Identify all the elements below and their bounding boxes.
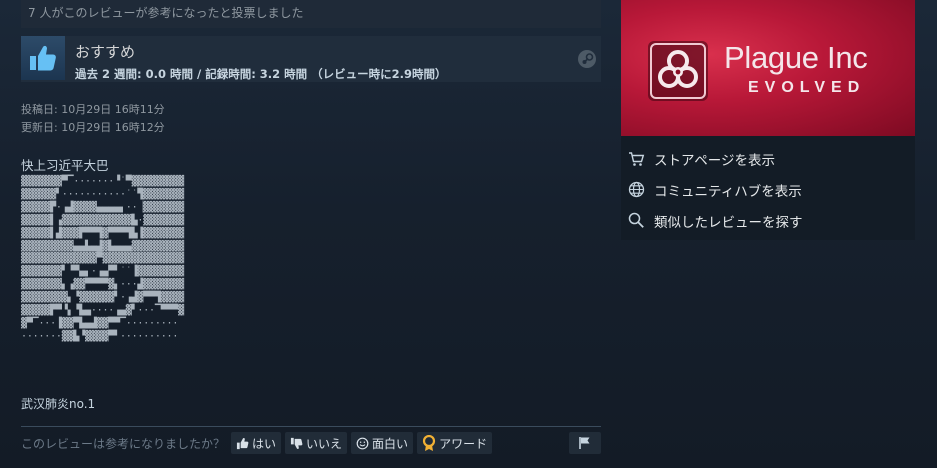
award-button[interactable]: アワード xyxy=(417,432,493,454)
game-links: ストアページを表示 コミュニティハブを表示 類似したレビューを探す xyxy=(621,143,915,236)
ascii-art-line: ▓▓▓▓▓▓▓▖▗▓▓▀▀▀▀▓▖···▟▓▓▓▓▓▓▓ xyxy=(21,279,184,291)
thumbs-up-small-icon xyxy=(236,437,249,449)
biohazard-logo-icon xyxy=(648,41,708,105)
thumbs-down-small-icon xyxy=(290,437,303,449)
updated-date: 更新日: 10月29日 16時12分 xyxy=(21,121,165,134)
vote-row: このレビューは参考になりましたか？ はい いいえ 面白い アワード xyxy=(21,432,496,454)
game-subtitle: EVOLVED xyxy=(748,79,866,96)
game-banner[interactable]: Plague Inc EVOLVED xyxy=(621,0,915,136)
similar-reviews-link-label: 類似したレビューを探す xyxy=(654,214,803,231)
similar-reviews-link[interactable]: 類似したレビューを探す xyxy=(621,205,915,236)
report-flag-button[interactable] xyxy=(569,432,601,454)
award-label: アワード xyxy=(439,436,488,451)
community-hub-link-label: コミュニティハブを表示 xyxy=(654,183,802,200)
ascii-art-line: ▓▓▓▓▓▓▓▓▖▝▓▓▓▓▓▓▘·▗▟▓▀▀▜▓▓▓▓ xyxy=(21,292,184,304)
ascii-art-line: ▓▓▓▓▓▛▀▝▖▝▙▄····▗▄▓▘···▔▀▀▀▓ xyxy=(21,305,184,317)
community-hub-link[interactable]: コミュニティハブを表示 xyxy=(621,174,915,205)
vote-question: このレビューは参考になりましたか？ xyxy=(21,436,226,451)
divider xyxy=(21,426,601,427)
ascii-art-line: ▓▓▓▓▓▓▓▀▔·······▝˙▀▓▓▓▓▓▓▓▓▓ xyxy=(21,176,184,187)
vote-funny-button[interactable]: 面白い xyxy=(351,432,414,454)
cart-icon xyxy=(629,151,645,166)
steam-icon xyxy=(577,49,597,73)
vote-no-label: いいえ xyxy=(306,436,343,451)
smiley-icon xyxy=(356,437,369,449)
ascii-art-line: ▓▓▓▓▓▓▓▘▝▀▄▖·▗▄▀▘˙˙▐▓▓▓▓▓▓▓▓ xyxy=(21,266,184,278)
thumbs-up-icon xyxy=(21,36,65,80)
game-sidebar: Plague Inc EVOLVED ストアページを表示 コミュニティハブを表示 xyxy=(621,0,915,240)
review-text-bottom: 武汉肺炎no.1 xyxy=(21,397,96,411)
posted-date: 投稿日: 10月29日 16時11分 xyxy=(21,103,165,116)
ascii-art-line: ▓▀▔···▐▓▓▀▙▄▟▓▓▀▀▔········· xyxy=(21,317,179,329)
flag-icon xyxy=(579,437,590,449)
vote-yes-button[interactable]: はい xyxy=(231,432,282,454)
ascii-art-line: ▓▓▓▓▓▛·▗▟▓▓▓▓▄▄▄▄▖··▕▓▓▓▓▓▓▓ xyxy=(21,201,184,213)
helpful-count-bar: 7 人がこのレビューが参考になったと投票しました xyxy=(21,0,601,28)
globe-icon xyxy=(628,181,645,198)
store-page-link[interactable]: ストアページを表示 xyxy=(621,143,915,174)
review-hours: 過去 2 週間: 0.0 時間 / 記録時間: 3.2 時間 （レビュー時に2.… xyxy=(75,67,447,81)
vote-no-button[interactable]: いいえ xyxy=(285,432,348,454)
search-icon xyxy=(628,212,644,228)
helpful-count-text: 7 人がこのレビューが参考になったと投票しました xyxy=(28,6,304,20)
game-title: Plague Inc xyxy=(724,40,868,75)
ascii-art-line: ▓▓▓▓▓▓▓▓▓▄▄▙▄▟▓▙▄▄▄▓▓▓▓▓▓▓▓▓ xyxy=(21,240,184,252)
store-page-link-label: ストアページを表示 xyxy=(654,152,775,169)
ascii-art-line: ▓▓▓▓▓▌▟▓▓▓▛▀▀▜▓▀▀▀▜▙▐▓▓▓▓▓▓▓ xyxy=(21,227,184,239)
ascii-art-line: ▓▓▓▓▓▌▗▓▓▓▓▓▓▓▓▓▓▓▓▙·▓▓▓▓▓▓▓ xyxy=(21,214,184,226)
award-icon xyxy=(422,434,436,451)
review-header: おすすめ 過去 2 週間: 0.0 時間 / 記録時間: 3.2 時間 （レビュ… xyxy=(21,36,601,82)
vote-funny-label: 面白い xyxy=(372,436,409,451)
vote-yes-label: はい xyxy=(252,436,277,451)
ascii-art-line: ▓▓▓▓▓▓▓▓▓▓▓▓▓▀▓▓▓▓▓▓▓▓▓▓▓▓▓▓ xyxy=(21,253,184,265)
review-verdict: おすすめ xyxy=(75,43,136,61)
review-text-top: 快上习近平大巴 xyxy=(21,158,109,173)
review-dates: 投稿日: 10月29日 16時11分 更新日: 10月29日 16時12分 xyxy=(21,101,165,137)
ascii-art-line: ·······▓▓▙▝▓▓▓▓▀▘·········· xyxy=(21,330,179,342)
review-ascii-art: ▓▓▓▓▓▓▓▀▔·······▝˙▀▓▓▓▓▓▓▓▓▓ ▓▓▓▓▓▓▘·····… xyxy=(21,176,184,344)
ascii-art-line: ▓▓▓▓▓▓▘···········˙˙▜▓▓▓▓▓▓▓ xyxy=(21,188,184,200)
